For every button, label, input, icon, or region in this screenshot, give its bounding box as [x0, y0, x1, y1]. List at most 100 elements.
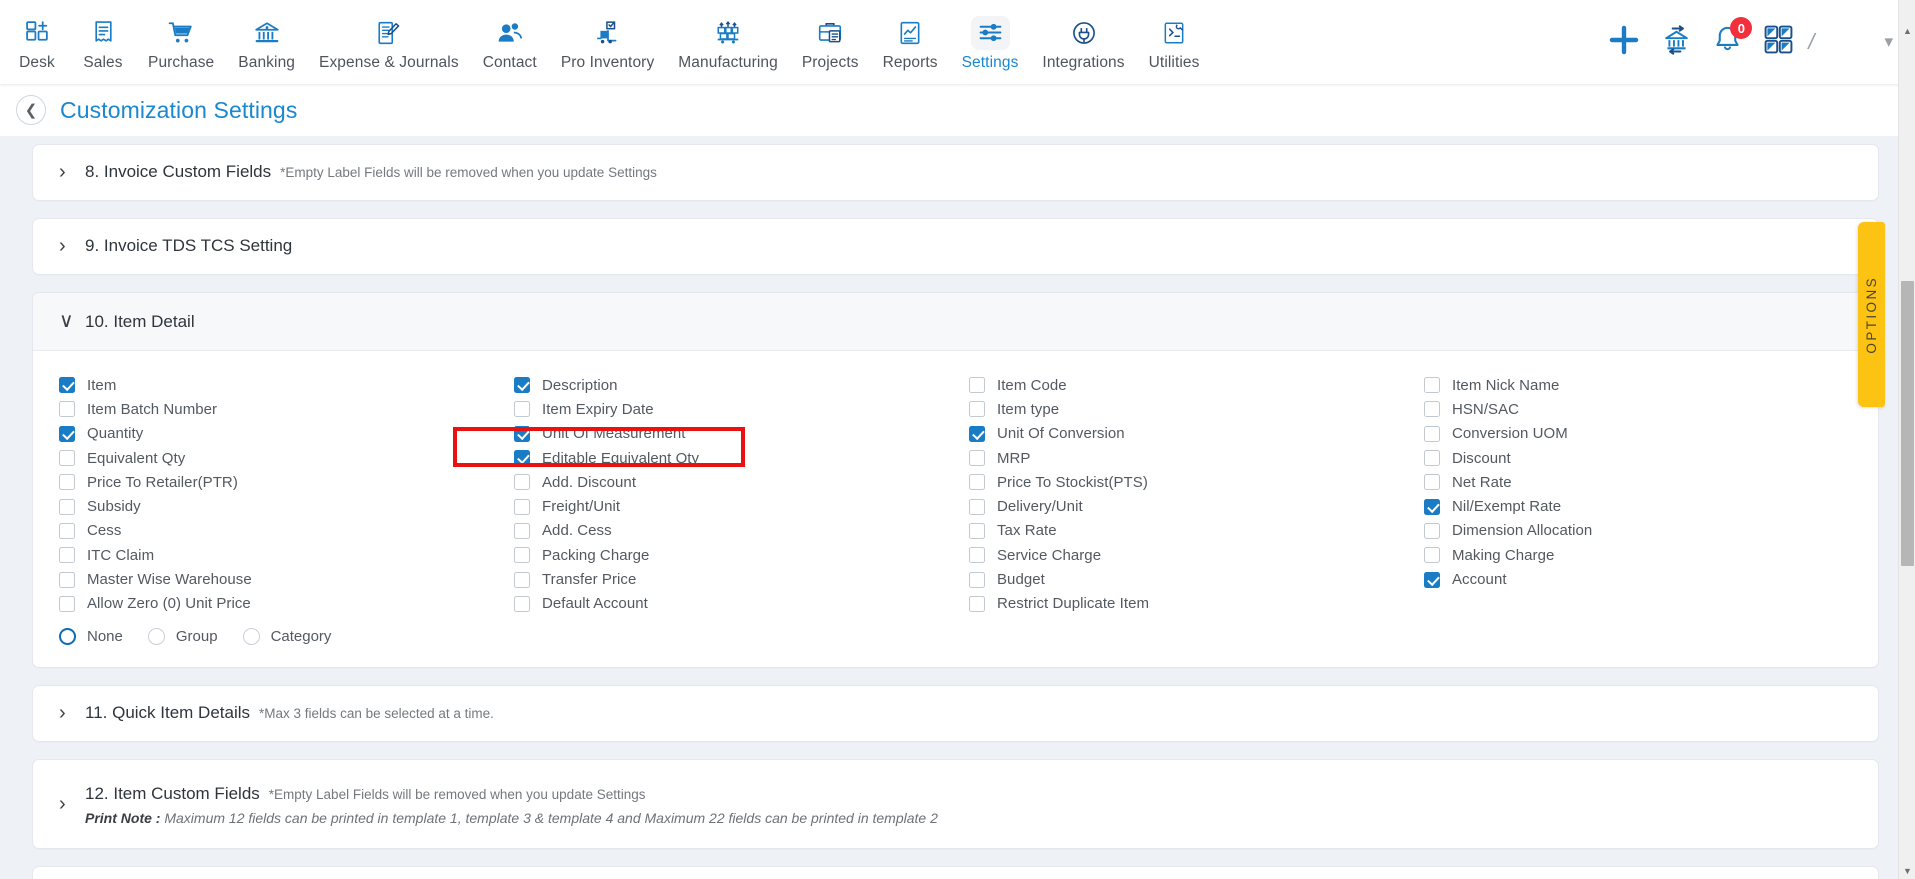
radio-category[interactable]: Category: [242, 627, 331, 645]
checkbox-box[interactable]: [514, 450, 530, 467]
checkbox-item[interactable]: Budget: [969, 567, 1424, 591]
section-invoice-tds-tcs-setting[interactable]: › 9. Invoice TDS TCS Setting: [32, 218, 1879, 275]
checkbox-item[interactable]: Item Code: [969, 373, 1424, 397]
nav-item-purchase[interactable]: Purchase: [138, 9, 224, 76]
checkbox-box[interactable]: [969, 595, 985, 612]
checkbox-item[interactable]: Item: [59, 373, 514, 397]
section-header[interactable]: › 11. Quick Item Details *Max 3 fields c…: [33, 702, 1878, 724]
checkbox-item[interactable]: Item Nick Name: [1424, 373, 1852, 397]
section-header[interactable]: › 9. Invoice TDS TCS Setting: [33, 236, 1878, 257]
checkbox-box[interactable]: [514, 425, 530, 442]
checkbox-box[interactable]: [969, 425, 985, 442]
checkbox-box[interactable]: [59, 450, 75, 467]
checkbox-box[interactable]: [59, 377, 75, 394]
nav-item-integrations[interactable]: Integrations: [1032, 9, 1134, 76]
scroll-down-arrow[interactable]: ▼: [1899, 862, 1915, 879]
checkbox-item[interactable]: Quantity: [59, 422, 514, 446]
checkbox-box[interactable]: [59, 571, 75, 588]
nav-item-desk[interactable]: Desk: [6, 9, 68, 76]
checkbox-box[interactable]: [59, 425, 75, 442]
nav-item-sales[interactable]: Sales: [72, 9, 134, 76]
checkbox-item[interactable]: Making Charge: [1424, 543, 1852, 567]
checkbox-item[interactable]: Item Batch Number: [59, 397, 514, 421]
checkbox-item[interactable]: Conversion UOM: [1424, 422, 1852, 446]
vertical-scrollbar-thumb[interactable]: [1901, 281, 1914, 566]
radio-circle[interactable]: [59, 627, 76, 645]
checkbox-item[interactable]: Transfer Price: [514, 567, 969, 591]
checkbox-box[interactable]: [969, 498, 985, 515]
checkbox-box[interactable]: [1424, 377, 1440, 394]
checkbox-item[interactable]: Unit Of Conversion: [969, 422, 1424, 446]
nav-item-projects[interactable]: Projects: [792, 9, 869, 76]
section-item-custom-fields[interactable]: › 12. Item Custom Fields *Empty Label Fi…: [32, 758, 1879, 849]
checkbox-box[interactable]: [969, 571, 985, 588]
checkbox-item[interactable]: Cess: [59, 519, 514, 543]
nav-item-contact[interactable]: Contact: [473, 9, 547, 76]
radio-circle[interactable]: [147, 627, 165, 645]
back-button[interactable]: ❮: [16, 95, 46, 125]
options-side-tab[interactable]: OPTIONS: [1858, 222, 1885, 407]
bank-transfer-icon[interactable]: [1661, 24, 1692, 60]
checkbox-item[interactable]: Price To Stockist(PTS): [969, 470, 1424, 494]
nav-item-banking[interactable]: Banking: [228, 9, 305, 76]
checkbox-box[interactable]: [514, 595, 530, 612]
nav-item-manufacturing[interactable]: Manufacturing: [668, 9, 788, 76]
radio-circle[interactable]: [242, 627, 260, 645]
checkbox-box[interactable]: [514, 522, 530, 539]
checkbox-item[interactable]: HSN/SAC: [1424, 397, 1852, 421]
checkbox-item[interactable]: Item type: [969, 397, 1424, 421]
settings-scroll-area[interactable]: › 8. Invoice Custom Fields *Empty Label …: [0, 136, 1915, 879]
checkbox-box[interactable]: [59, 401, 75, 418]
checkbox-box[interactable]: [1424, 450, 1440, 467]
checkbox-item[interactable]: ITC Claim: [59, 543, 514, 567]
checkbox-box[interactable]: [59, 498, 75, 515]
checkbox-box[interactable]: [59, 522, 75, 539]
section-quick-item-details[interactable]: › 11. Quick Item Details *Max 3 fields c…: [32, 684, 1879, 742]
checkbox-item[interactable]: Packing Charge: [514, 543, 969, 567]
checkbox-box[interactable]: [59, 595, 75, 612]
checkbox-item[interactable]: Price To Retailer(PTR): [59, 470, 514, 494]
section-header[interactable]: › 8. Invoice Custom Fields *Empty Label …: [33, 162, 1878, 183]
checkbox-box[interactable]: [1424, 547, 1440, 564]
checkbox-item[interactable]: Subsidy: [59, 494, 514, 518]
checkbox-item[interactable]: Default Account: [514, 592, 969, 616]
checkbox-box[interactable]: [514, 547, 530, 564]
checkbox-item[interactable]: Service Charge: [969, 543, 1424, 567]
checkbox-box[interactable]: [1424, 401, 1440, 418]
checkbox-item[interactable]: Add. Cess: [514, 519, 969, 543]
section-header[interactable]: ∨ 10. Item Detail: [33, 293, 1878, 351]
checkbox-box[interactable]: [514, 377, 530, 394]
checkbox-box[interactable]: [514, 571, 530, 588]
radio-none[interactable]: None: [59, 627, 123, 645]
radio-group[interactable]: Group: [147, 627, 218, 645]
section-invoice-custom-fields[interactable]: › 8. Invoice Custom Fields *Empty Label …: [32, 144, 1879, 201]
checkbox-box[interactable]: [969, 474, 985, 491]
scroll-up-arrow[interactable]: ▲: [1899, 22, 1915, 39]
checkbox-box[interactable]: [514, 498, 530, 515]
checkbox-item[interactable]: MRP: [969, 446, 1424, 470]
checkbox-item[interactable]: Add. Discount: [514, 470, 969, 494]
checkbox-box[interactable]: [969, 401, 985, 418]
section-header[interactable]: › 12. Item Custom Fields *Empty Label Fi…: [33, 784, 1878, 826]
checkbox-item[interactable]: Dimension Allocation: [1424, 519, 1852, 543]
checkbox-item[interactable]: Restrict Duplicate Item: [969, 592, 1424, 616]
section-extra-detail[interactable]: › 13. Extra Detail: [32, 865, 1879, 879]
checkbox-item[interactable]: Allow Zero (0) Unit Price: [59, 592, 514, 616]
checkbox-item[interactable]: Master Wise Warehouse: [59, 567, 514, 591]
checkbox-item[interactable]: Tax Rate: [969, 519, 1424, 543]
checkbox-box[interactable]: [969, 377, 985, 394]
checkbox-item[interactable]: Freight/Unit: [514, 494, 969, 518]
checkbox-box[interactable]: [1424, 522, 1440, 539]
checkbox-item[interactable]: Delivery/Unit: [969, 494, 1424, 518]
checkbox-item[interactable]: Nil/Exempt Rate: [1424, 494, 1852, 518]
checkbox-item[interactable]: Equivalent Qty: [59, 446, 514, 470]
nav-item-pro-inventory[interactable]: Pro Inventory: [551, 9, 664, 76]
nav-item-expense-journals[interactable]: Expense & Journals: [309, 9, 469, 76]
chevron-down-icon[interactable]: ▾: [1884, 32, 1893, 52]
checkbox-box[interactable]: [969, 547, 985, 564]
checkbox-item[interactable]: Unit Of Measurement: [514, 422, 969, 446]
checkbox-box[interactable]: [59, 547, 75, 564]
checkbox-box[interactable]: [1424, 425, 1440, 442]
checkbox-item[interactable]: Item Expiry Date: [514, 397, 969, 421]
plus-icon[interactable]: [1607, 23, 1641, 62]
